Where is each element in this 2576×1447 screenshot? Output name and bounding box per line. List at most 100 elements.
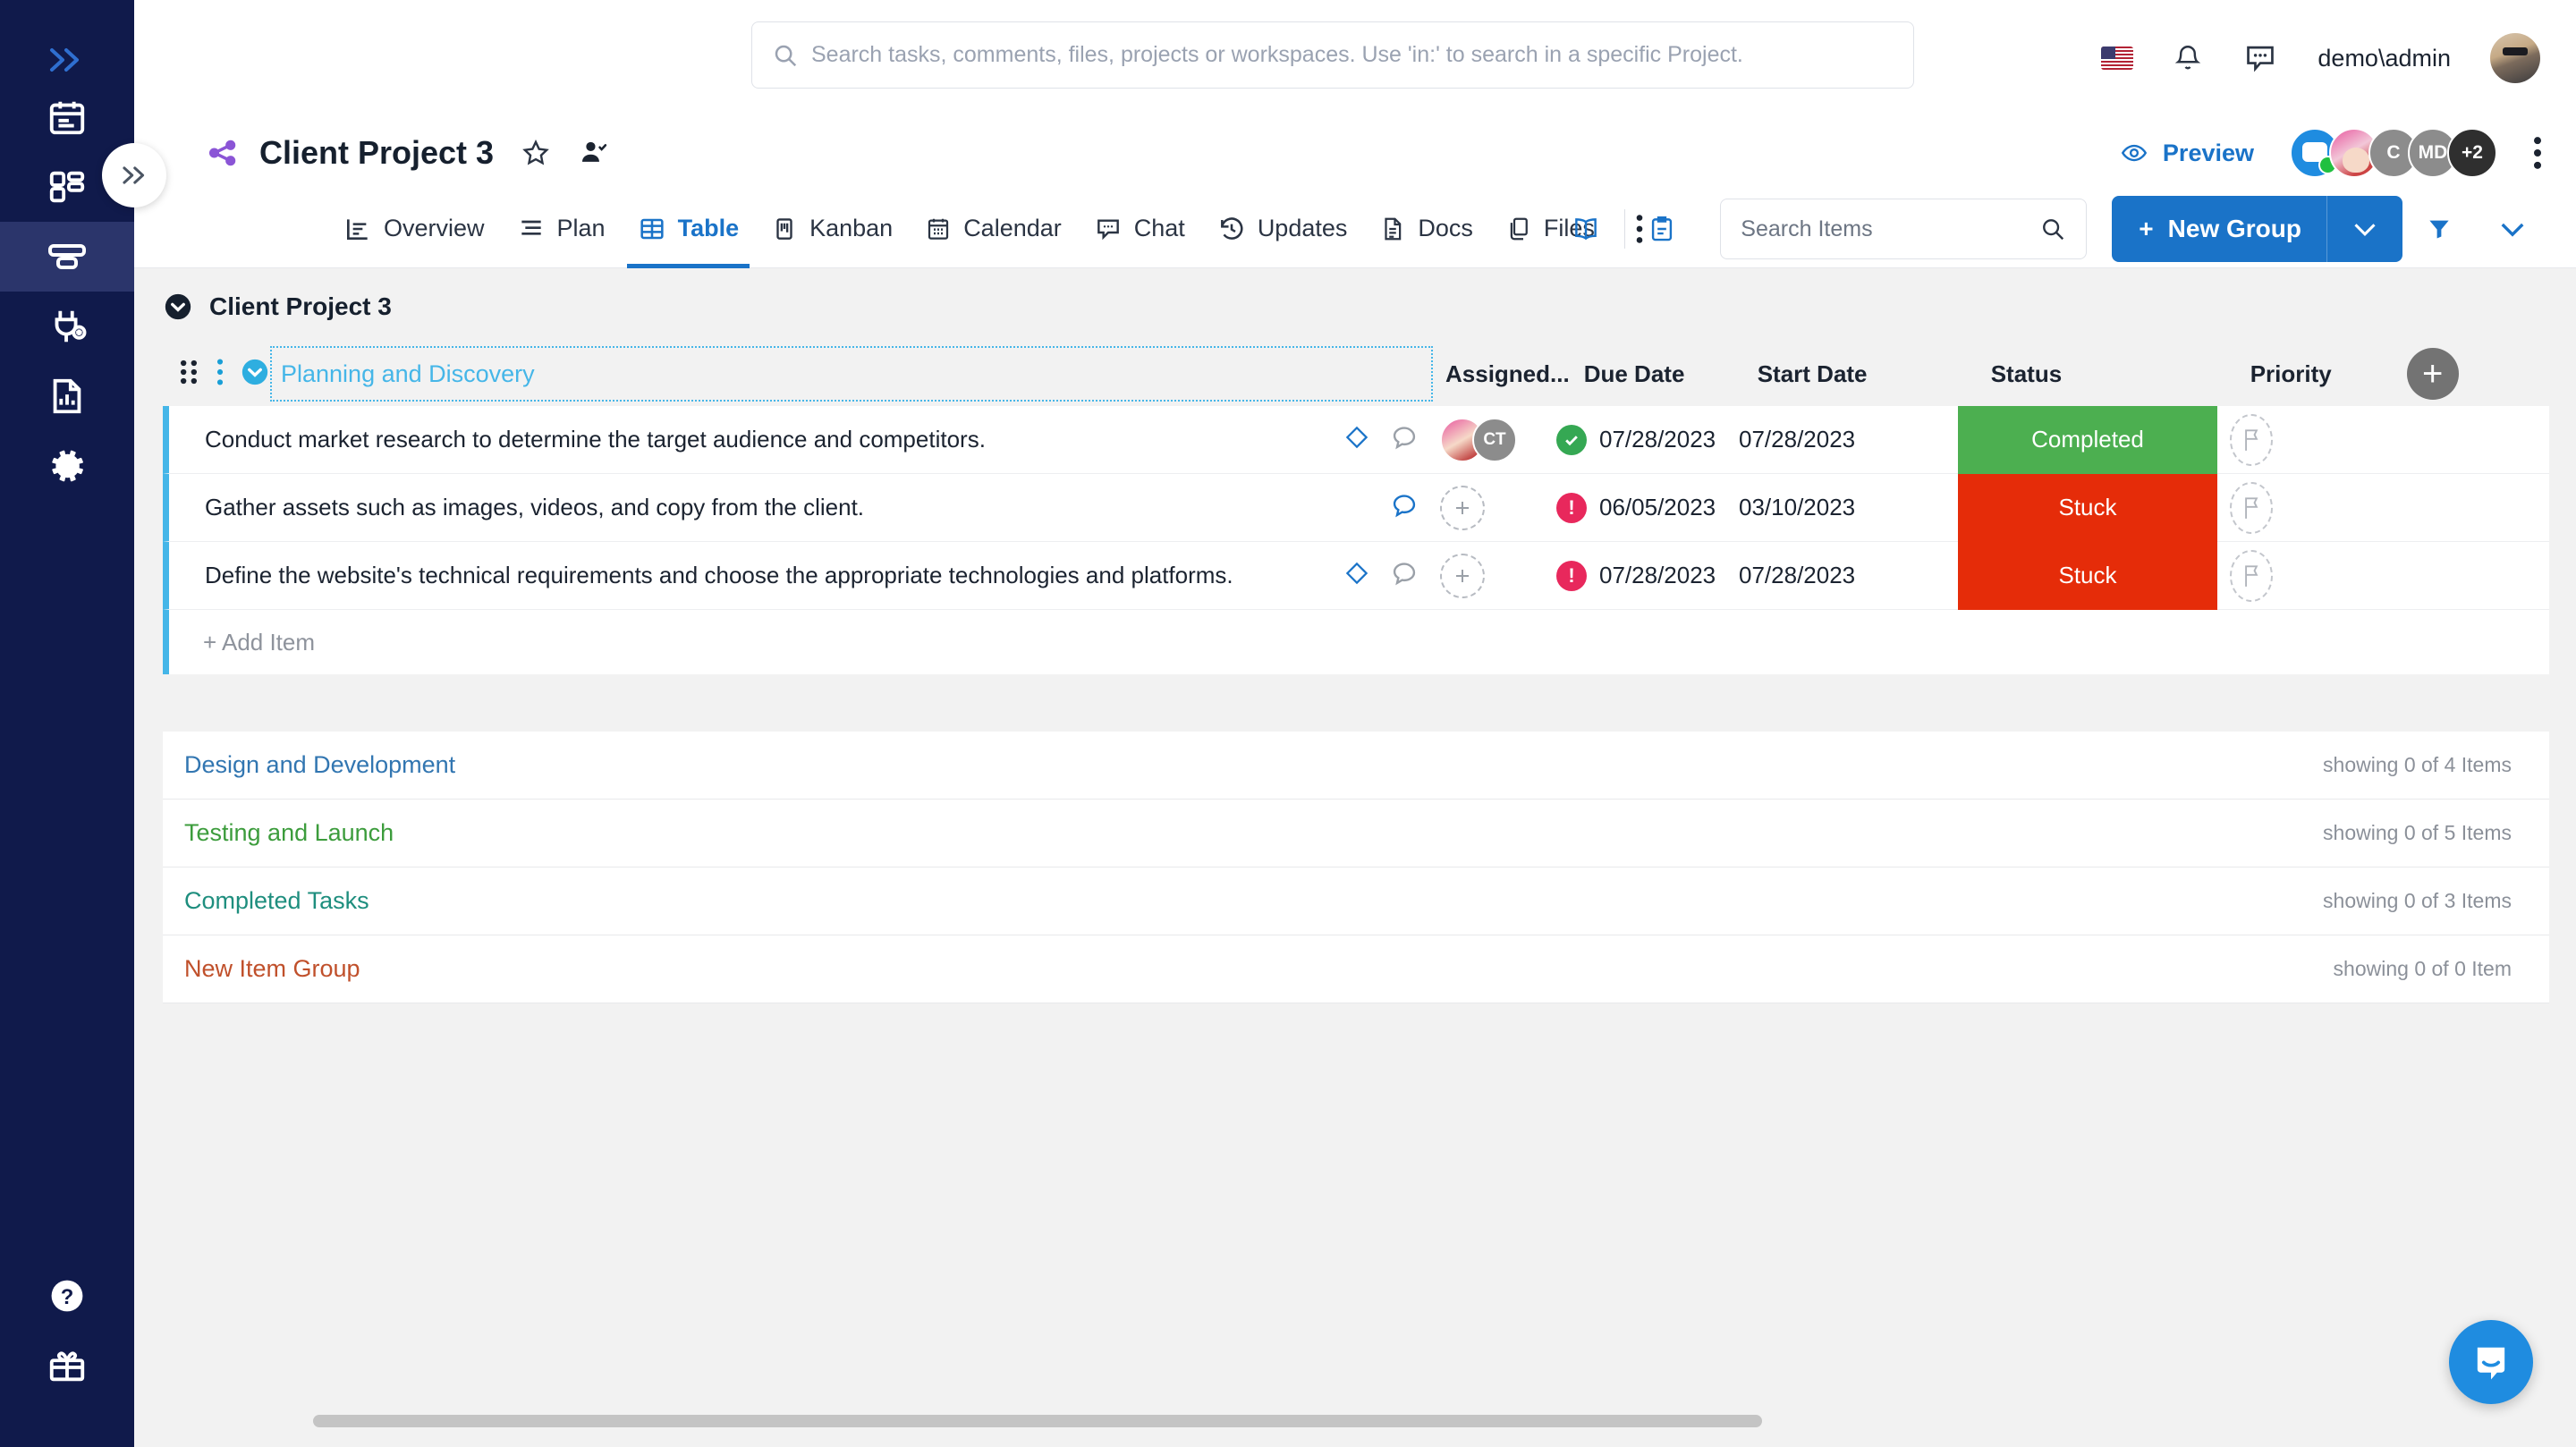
- book-icon[interactable]: [1547, 214, 1624, 244]
- sidebar-item-integrations[interactable]: [0, 292, 134, 361]
- clipboard-icon[interactable]: [1625, 213, 1699, 245]
- add-assignee-icon[interactable]: [1440, 485, 1485, 530]
- tab-kanban[interactable]: Kanban: [755, 190, 909, 268]
- tab-table[interactable]: Table: [622, 190, 756, 268]
- filter-funnel-icon[interactable]: [2402, 216, 2476, 242]
- user-avatar[interactable]: [2490, 33, 2540, 83]
- subitem-diamond-icon[interactable]: [1343, 424, 1370, 455]
- due-date-cell[interactable]: 07/28/2023: [1551, 424, 1730, 455]
- flag-outline-icon[interactable]: [2230, 413, 2273, 466]
- tab-chat[interactable]: Chat: [1078, 190, 1201, 268]
- collapsed-group-name[interactable]: New Item Group: [184, 955, 360, 983]
- add-column-button[interactable]: +: [2406, 348, 2459, 400]
- sidebar-item-reports[interactable]: [0, 361, 134, 431]
- tab-docs-label: Docs: [1418, 215, 1473, 241]
- drag-handle-icon[interactable]: [177, 359, 200, 390]
- star-outline-icon[interactable]: [521, 138, 551, 168]
- due-date-value: 07/28/2023: [1599, 426, 1716, 453]
- due-date-cell[interactable]: ! 07/28/2023: [1551, 560, 1730, 591]
- flag-outline-icon[interactable]: [2230, 549, 2273, 602]
- status-cell[interactable]: Stuck: [1958, 473, 2217, 542]
- group-table: Planning and Discovery Assigned... Due D…: [163, 342, 2549, 1003]
- share-nodes-icon[interactable]: [206, 136, 240, 170]
- flag-outline-icon[interactable]: [2230, 481, 2273, 534]
- collapsed-group-name[interactable]: Design and Development: [184, 751, 455, 779]
- group-collapse-icon[interactable]: [240, 357, 270, 392]
- priority-cell[interactable]: [2217, 549, 2365, 602]
- avatar-overflow-count[interactable]: +2: [2447, 128, 2497, 178]
- task-name-cell[interactable]: Gather assets such as images, videos, an…: [169, 474, 1326, 541]
- collapsed-group-row[interactable]: Testing and Launch showing 0 of 5 Items: [163, 800, 2549, 867]
- tab-updates[interactable]: Updates: [1201, 190, 1364, 268]
- column-header-start-date[interactable]: Start Date: [1749, 360, 1977, 388]
- sidebar-item-projects[interactable]: [0, 222, 134, 292]
- group-menu-icon[interactable]: [215, 358, 225, 391]
- check-circle-icon: [1556, 424, 1587, 455]
- intercom-chat-button[interactable]: [2449, 1320, 2533, 1404]
- sidebar-collapse-toggle[interactable]: [102, 143, 166, 207]
- subitem-diamond-icon[interactable]: [1343, 560, 1370, 591]
- current-username[interactable]: demo\admin: [2318, 45, 2451, 72]
- group-name-input[interactable]: Planning and Discovery: [270, 346, 1433, 402]
- project-header: Client Project 3 Preview C MD +2: [134, 116, 2576, 190]
- board-title[interactable]: Client Project 3: [134, 268, 2576, 342]
- sidebar-item-help[interactable]: ?: [0, 1261, 134, 1331]
- table-row[interactable]: Gather assets such as images, videos, an…: [163, 473, 2549, 542]
- collapsed-group-count: showing 0 of 3 Items: [2323, 889, 2512, 912]
- column-header-due-date[interactable]: Due Date: [1570, 360, 1749, 388]
- new-group-button[interactable]: + New Group: [2112, 196, 2402, 262]
- preview-button[interactable]: Preview: [2118, 140, 2254, 167]
- sidebar-item-calendar[interactable]: [0, 82, 134, 152]
- global-search-input[interactable]: Search tasks, comments, files, projects …: [751, 21, 1914, 89]
- start-date-cell[interactable]: 07/28/2023: [1730, 426, 1958, 453]
- assignee-cell[interactable]: [1433, 553, 1551, 598]
- collapsed-group-name[interactable]: Testing and Launch: [184, 819, 394, 847]
- collapsed-group-row[interactable]: Completed Tasks showing 0 of 3 Items: [163, 867, 2549, 935]
- sidebar-item-gift[interactable]: [0, 1331, 134, 1400]
- tab-docs[interactable]: Docs: [1363, 190, 1489, 268]
- message-dots-icon[interactable]: [2242, 41, 2278, 75]
- start-date-cell[interactable]: 03/10/2023: [1730, 494, 1958, 521]
- sidebar-expand-button[interactable]: [0, 38, 134, 82]
- tab-calendar[interactable]: Calendar: [909, 190, 1078, 268]
- start-date-cell[interactable]: 07/28/2023: [1730, 562, 1958, 589]
- tab-plan[interactable]: Plan: [501, 190, 622, 268]
- project-more-menu-icon[interactable]: [2531, 135, 2544, 171]
- assignee-avatar-initials[interactable]: CT: [1472, 417, 1517, 462]
- alert-circle-icon: !: [1556, 492, 1587, 523]
- new-group-dropdown-toggle[interactable]: [2326, 196, 2402, 262]
- status-cell[interactable]: Stuck: [1958, 541, 2217, 610]
- member-avatars: C MD +2: [2290, 128, 2497, 178]
- item-search-input[interactable]: Search Items: [1720, 199, 2088, 259]
- tab-overview[interactable]: Overview: [327, 190, 501, 268]
- priority-cell[interactable]: [2217, 481, 2365, 534]
- column-header-priority[interactable]: Priority: [2236, 360, 2384, 388]
- assignee-cell[interactable]: [1433, 485, 1551, 530]
- add-assignee-icon[interactable]: [1440, 553, 1485, 598]
- comment-icon[interactable]: [1390, 559, 1419, 592]
- due-date-cell[interactable]: ! 06/05/2023: [1551, 492, 1730, 523]
- left-sidebar: ?: [0, 0, 134, 1447]
- priority-cell[interactable]: [2217, 413, 2365, 466]
- assignee-cell[interactable]: CT: [1433, 417, 1551, 462]
- add-item-button[interactable]: + Add Item: [163, 610, 2549, 674]
- comment-icon[interactable]: [1390, 423, 1419, 456]
- collapsed-group-row[interactable]: Design and Development showing 0 of 4 It…: [163, 732, 2549, 800]
- chevron-down-circle-icon: [165, 293, 191, 320]
- table-row[interactable]: Define the website's technical requireme…: [163, 541, 2549, 610]
- user-check-icon[interactable]: [578, 138, 610, 168]
- collapse-all-chevron-icon[interactable]: [2476, 219, 2549, 239]
- sidebar-item-settings[interactable]: [0, 431, 134, 501]
- bell-icon[interactable]: [2173, 41, 2203, 75]
- collapsed-group-name[interactable]: Completed Tasks: [184, 887, 369, 915]
- collapsed-group-row[interactable]: New Item Group showing 0 of 0 Item: [163, 935, 2549, 1003]
- task-name-cell[interactable]: Conduct market research to determine the…: [169, 406, 1326, 473]
- column-header-assigned[interactable]: Assigned...: [1433, 360, 1570, 388]
- column-header-status[interactable]: Status: [1977, 360, 2236, 388]
- horizontal-scrollbar[interactable]: [313, 1415, 1762, 1427]
- task-name-cell[interactable]: Define the website's technical requireme…: [169, 542, 1326, 609]
- us-flag-icon[interactable]: [2101, 47, 2134, 70]
- status-cell[interactable]: Completed: [1958, 405, 2217, 474]
- comment-icon[interactable]: [1390, 491, 1419, 524]
- table-row[interactable]: Conduct market research to determine the…: [163, 405, 2549, 474]
